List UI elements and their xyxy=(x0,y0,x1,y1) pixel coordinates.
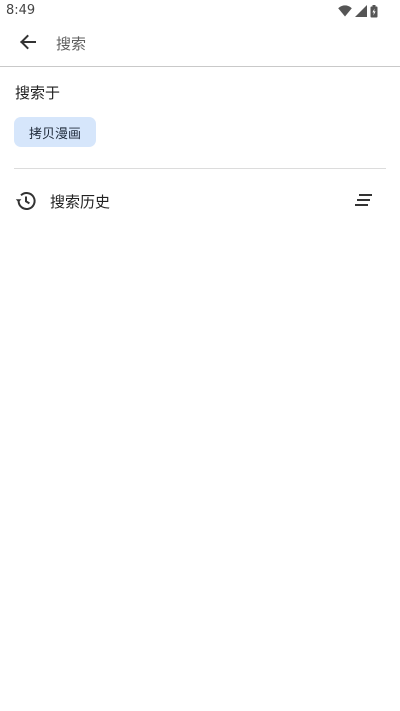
status-time: 8:49 xyxy=(6,3,36,18)
history-icon xyxy=(14,189,38,213)
wifi-icon xyxy=(338,5,352,17)
top-app-bar xyxy=(0,22,400,66)
search-in-title: 搜索于 xyxy=(15,84,61,102)
search-screen: 8:49 搜索 搜索于 拷贝漫画 搜索历史 xyxy=(0,0,400,711)
status-bar: 8:49 xyxy=(0,0,400,22)
battery-charging-icon xyxy=(370,4,378,18)
search-input[interactable] xyxy=(56,32,376,56)
source-chip-label: 拷贝漫画 xyxy=(29,126,82,142)
clear-all-icon xyxy=(355,192,373,211)
clear-history-button[interactable] xyxy=(352,189,376,213)
cellular-signal-icon xyxy=(355,5,367,17)
back-button[interactable] xyxy=(14,30,42,58)
search-history-label: 搜索历史 xyxy=(50,193,111,211)
search-history-header: 搜索历史 xyxy=(0,182,400,220)
source-chip-copy-manga[interactable]: 拷贝漫画 xyxy=(14,117,97,147)
app-bar-divider xyxy=(0,66,400,67)
status-icons xyxy=(338,4,378,18)
arrow-back-icon xyxy=(18,32,38,56)
section-divider xyxy=(14,168,386,169)
